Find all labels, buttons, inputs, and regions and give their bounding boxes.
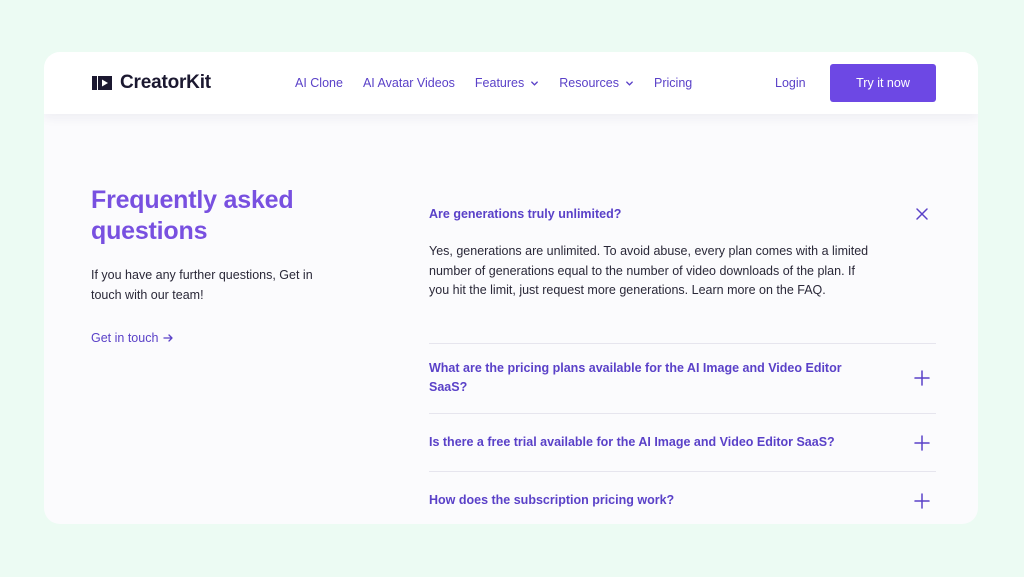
faq-question-3[interactable]: Is there a free trial available for the …: [429, 433, 889, 452]
faq-question-2[interactable]: What are the pricing plans available for…: [429, 359, 869, 397]
get-in-touch-link[interactable]: Get in touch: [91, 331, 174, 345]
close-icon[interactable]: [914, 206, 930, 222]
nav-item-label: AI Clone: [295, 76, 343, 90]
faq-divider: [429, 343, 936, 344]
plus-icon[interactable]: [914, 493, 930, 509]
brand-name: CreatorKit: [120, 72, 211, 93]
faq-accordion: Are generations truly unlimited? Yes, ge…: [429, 52, 936, 524]
faq-divider: [429, 471, 936, 472]
plus-icon[interactable]: [914, 435, 930, 451]
faq-divider: [429, 413, 936, 414]
brand-logo[interactable]: CreatorKit: [91, 72, 211, 94]
nav-item-ai-clone[interactable]: AI Clone: [295, 76, 343, 90]
faq-title: Frequently asked questions: [91, 186, 294, 245]
page-card: CreatorKit AI Clone AI Avatar Videos Fea…: [44, 52, 978, 524]
play-logo-icon: [92, 76, 112, 90]
plus-icon[interactable]: [914, 370, 930, 386]
arrow-right-icon: [163, 334, 174, 342]
faq-subtitle: If you have any further questions, Get i…: [91, 268, 313, 302]
faq-answer-1: Yes, generations are unlimited. To avoid…: [429, 244, 869, 297]
faq-question-1[interactable]: Are generations truly unlimited?: [429, 205, 869, 224]
get-in-touch-label: Get in touch: [91, 331, 159, 345]
faq-question-4[interactable]: How does the subscription pricing work?: [429, 491, 869, 510]
